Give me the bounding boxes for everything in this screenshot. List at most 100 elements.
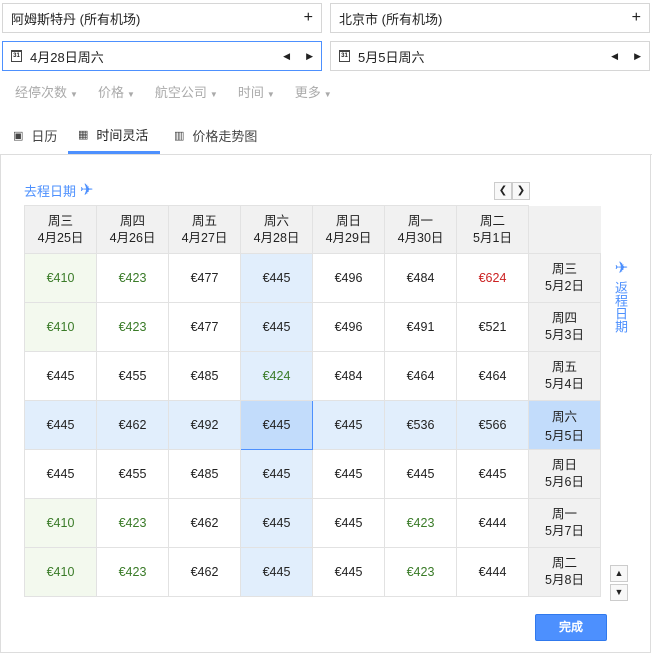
filter-stops[interactable]: 经停次数 ▼ bbox=[15, 82, 78, 101]
origin-field[interactable]: 阿姆斯特丹 (所有机场) + bbox=[2, 3, 322, 33]
price-cell[interactable]: €566 bbox=[456, 400, 529, 450]
price-cell[interactable]: €462 bbox=[168, 498, 241, 548]
price-cell[interactable]: €423 bbox=[96, 302, 169, 352]
depart-date-header: 周二 5月1日 bbox=[456, 205, 529, 254]
price-cell[interactable]: €462 bbox=[96, 400, 169, 450]
table-row: €410 €423 €462 €445 €445 €423 €444 周一 5月7日 bbox=[24, 498, 601, 548]
price-cell[interactable]: €484 bbox=[312, 351, 385, 401]
chevron-down-icon: ▼ bbox=[209, 90, 218, 99]
prev-day-icon[interactable]: ◀ bbox=[283, 51, 290, 62]
price-cell[interactable]: €445 bbox=[312, 449, 385, 499]
price-cell[interactable]: €445 bbox=[24, 449, 97, 499]
price-cell[interactable]: €496 bbox=[312, 253, 385, 303]
price-cell[interactable]: €423 bbox=[96, 498, 169, 548]
price-grid: 周三 4月25日 周四 4月26日 周五 4月27日 周六 4月28日 周日 4月29日 周一 4月3… bbox=[24, 205, 601, 597]
return-axis-label: ✈ 返程日期 bbox=[612, 258, 629, 333]
price-cell[interactable]: €492 bbox=[168, 400, 241, 450]
price-cell[interactable]: €496 bbox=[312, 302, 385, 352]
price-cell[interactable]: €445 bbox=[240, 449, 313, 499]
view-tabs: ▣ 日历 ▦ 时间灵活 ▥ 价格走势图 bbox=[0, 118, 652, 155]
done-button[interactable]: 完成 bbox=[535, 614, 607, 641]
chevron-left-icon[interactable]: ❮ bbox=[494, 182, 512, 200]
price-cell[interactable]: €464 bbox=[456, 351, 529, 401]
price-cell[interactable]: €445 bbox=[312, 400, 385, 450]
next-day-icon[interactable]: ▶ bbox=[306, 51, 313, 62]
depart-date-field[interactable]: 31 4月28日周六 ◀ ▶ bbox=[2, 41, 322, 71]
price-cell[interactable]: €410 bbox=[24, 547, 97, 597]
add-destination-icon[interactable]: + bbox=[632, 9, 641, 27]
chevron-up-icon[interactable]: ▲ bbox=[610, 565, 628, 582]
return-date-header: 周二 5月8日 bbox=[528, 547, 601, 597]
price-cell[interactable]: €410 bbox=[24, 253, 97, 303]
corner-cell bbox=[528, 205, 601, 254]
price-cell[interactable]: €445 bbox=[240, 253, 313, 303]
chevron-down-icon[interactable]: ▼ bbox=[610, 584, 628, 601]
price-cell[interactable]: €624 bbox=[456, 253, 529, 303]
price-cell[interactable]: €521 bbox=[456, 302, 529, 352]
price-cell[interactable]: €445 bbox=[312, 547, 385, 597]
price-cell[interactable]: €445 bbox=[456, 449, 529, 499]
price-cell[interactable]: €410 bbox=[24, 302, 97, 352]
return-date-value: 5月5日周六 bbox=[358, 49, 425, 65]
price-cell[interactable]: €423 bbox=[96, 253, 169, 303]
filter-bar: 经停次数 ▼ 价格 ▼ 航空公司 ▼ 时间 ▼ 更多 ▼ bbox=[15, 82, 332, 101]
price-cell[interactable]: €410 bbox=[24, 498, 97, 548]
tab-flexible[interactable]: ▦ 时间灵活 bbox=[68, 118, 161, 154]
depart-date-header: 周四 4月26日 bbox=[96, 205, 169, 254]
price-cell[interactable]: €484 bbox=[384, 253, 457, 303]
depart-date-header: 周一 4月30日 bbox=[384, 205, 457, 254]
chevron-right-icon[interactable]: ❯ bbox=[512, 182, 530, 200]
prev-day-icon[interactable]: ◀ bbox=[611, 51, 618, 62]
price-cell[interactable]: €464 bbox=[384, 351, 457, 401]
add-origin-icon[interactable]: + bbox=[304, 9, 313, 27]
table-row: €445 €455 €485 €424 €484 €464 €464 周五 5月4日 bbox=[24, 351, 601, 401]
next-day-icon[interactable]: ▶ bbox=[634, 51, 641, 62]
table-row: €445 €462 €492 €445 €445 €536 €566 周六 5月5日 bbox=[24, 400, 601, 450]
price-cell[interactable]: €423 bbox=[384, 547, 457, 597]
chevron-down-icon: ▼ bbox=[266, 90, 275, 99]
price-cell[interactable]: €491 bbox=[384, 302, 457, 352]
destination-field[interactable]: 北京市 (所有机场) + bbox=[330, 3, 650, 33]
filter-more[interactable]: 更多 ▼ bbox=[295, 82, 332, 101]
grid-icon: ▦ bbox=[78, 129, 89, 141]
tab-calendar[interactable]: ▣ 日历 bbox=[13, 118, 57, 152]
price-cell[interactable]: €445 bbox=[384, 449, 457, 499]
depart-axis-label: 去程日期 ✈ bbox=[24, 182, 94, 199]
price-cell[interactable]: €536 bbox=[384, 400, 457, 450]
price-cell[interactable]: €455 bbox=[96, 449, 169, 499]
calendar-icon: 31 bbox=[339, 50, 350, 62]
price-cell[interactable]: €445 bbox=[24, 351, 97, 401]
return-date-header: 周日 5月6日 bbox=[528, 449, 601, 499]
price-cell[interactable]: €445 bbox=[312, 498, 385, 548]
row-scroll: ▲ ▼ bbox=[610, 565, 628, 603]
price-cell[interactable]: €445 bbox=[240, 547, 313, 597]
tab-price-graph[interactable]: ▥ 价格走势图 bbox=[174, 118, 257, 152]
filter-time[interactable]: 时间 ▼ bbox=[238, 82, 275, 101]
price-cell[interactable]: €423 bbox=[384, 498, 457, 548]
price-cell[interactable]: €477 bbox=[168, 253, 241, 303]
price-cell[interactable]: €455 bbox=[96, 351, 169, 401]
date-nav: ❮ ❯ bbox=[494, 182, 530, 200]
return-date-header: 周五 5月4日 bbox=[528, 351, 601, 401]
price-cell[interactable]: €444 bbox=[456, 498, 529, 548]
price-cell[interactable]: €444 bbox=[456, 547, 529, 597]
filter-airline[interactable]: 航空公司 ▼ bbox=[155, 82, 218, 101]
price-cell[interactable]: €445 bbox=[240, 302, 313, 352]
price-cell[interactable]: €423 bbox=[96, 547, 169, 597]
return-date-field[interactable]: 31 5月5日周六 ◀ ▶ bbox=[330, 41, 650, 71]
depart-date-header: 周五 4月27日 bbox=[168, 205, 241, 254]
filter-price[interactable]: 价格 ▼ bbox=[98, 82, 135, 101]
chevron-down-icon: ▼ bbox=[323, 90, 332, 99]
price-cell[interactable]: €445 bbox=[240, 498, 313, 548]
price-cell[interactable]: €477 bbox=[168, 302, 241, 352]
price-cell[interactable]: €424 bbox=[240, 351, 313, 401]
price-cell[interactable]: €445 bbox=[24, 400, 97, 450]
bar-chart-icon: ▥ bbox=[174, 129, 185, 142]
price-cell[interactable]: €445 bbox=[240, 400, 313, 450]
price-cell[interactable]: €485 bbox=[168, 351, 241, 401]
price-cell[interactable]: €462 bbox=[168, 547, 241, 597]
price-cell[interactable]: €485 bbox=[168, 449, 241, 499]
depart-date-value: 4月28日周六 bbox=[30, 49, 104, 65]
airplane-icon: ✈ bbox=[612, 258, 629, 277]
depart-date-header: 周日 4月29日 bbox=[312, 205, 385, 254]
